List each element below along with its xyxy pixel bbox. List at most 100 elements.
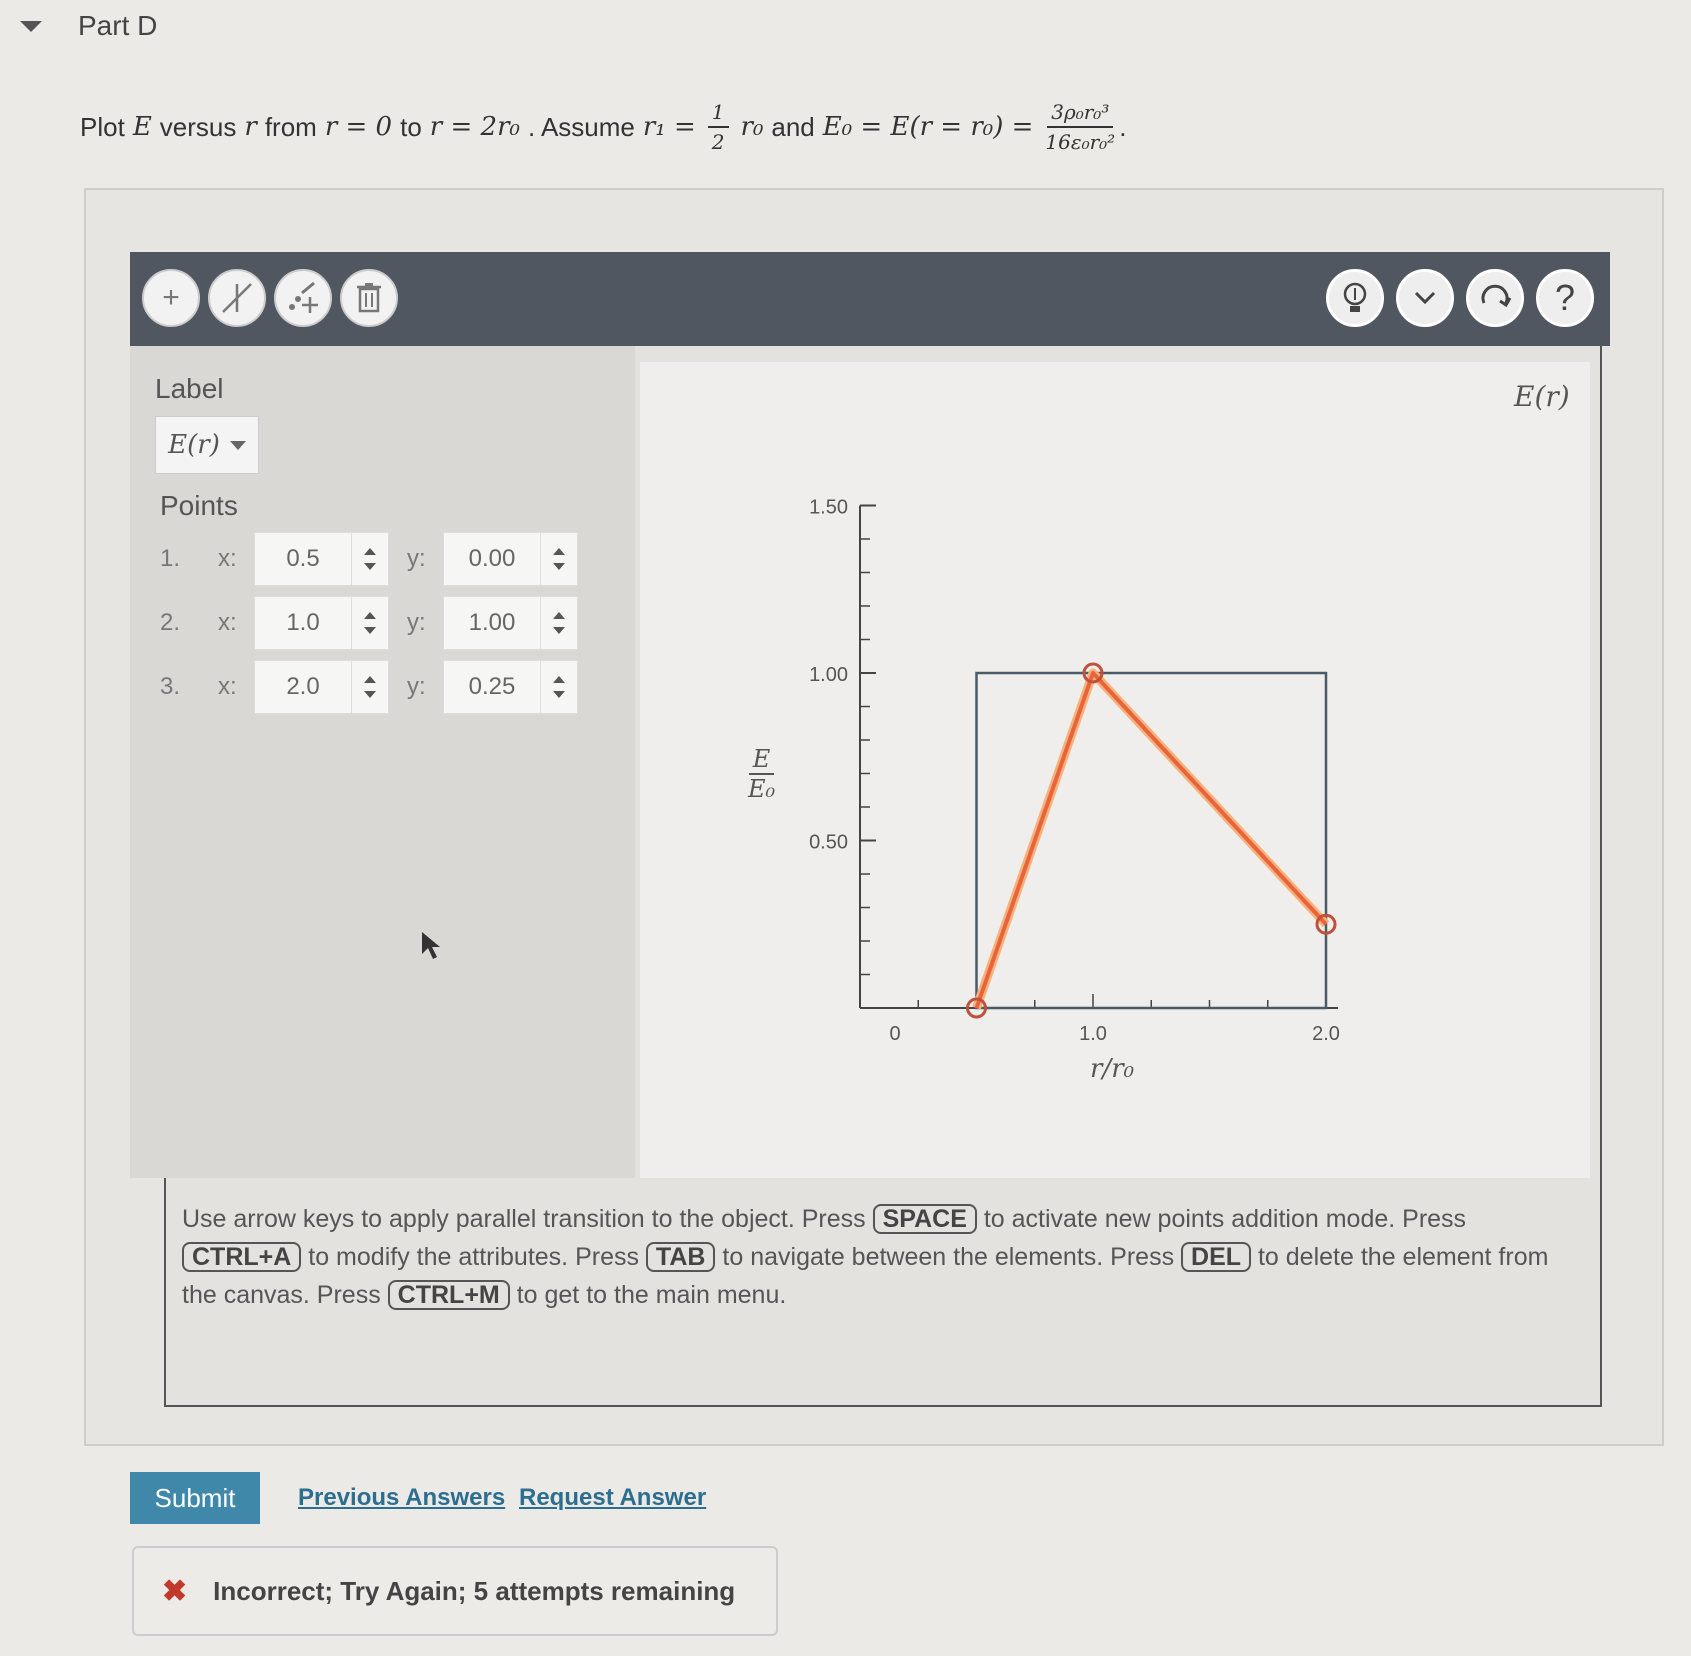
math-symbol: E [132, 112, 152, 142]
edit-points-icon [289, 281, 318, 313]
fraction-numerator: 3ρ₀r₀³ [1047, 100, 1114, 128]
spinner[interactable] [541, 597, 577, 649]
x-stepper[interactable]: 2.0 [254, 660, 389, 714]
question-text-part: . Assume [527, 111, 635, 142]
decrement-icon[interactable] [553, 691, 565, 698]
point-row: 3. x: 2.0 y: 0.25 [160, 660, 578, 714]
decrement-icon[interactable] [553, 563, 565, 570]
y-stepper[interactable]: 0.25 [443, 660, 578, 714]
label-heading: Label [155, 373, 224, 404]
decrement-icon[interactable] [364, 691, 376, 698]
key-ctrl-a: CTRL+A [182, 1242, 302, 1272]
x-label: x: [218, 609, 237, 636]
trash-icon [357, 283, 381, 313]
x-input[interactable]: 0.5 [255, 533, 352, 585]
y-label: y: [407, 673, 426, 700]
decrement-icon[interactable] [364, 627, 376, 634]
label-dropdown[interactable]: E(r) [155, 416, 259, 474]
y-stepper[interactable]: 1.00 [443, 596, 578, 650]
spinner[interactable] [352, 533, 388, 585]
y-input[interactable]: 0.00 [444, 533, 541, 585]
increment-icon[interactable] [553, 612, 565, 619]
y-input[interactable]: 0.25 [444, 661, 541, 713]
instruction-text: Use arrow keys to apply parallel transit… [182, 1205, 866, 1233]
fraction-one-half: 1 2 [707, 100, 729, 154]
point-row: 1. x: 0.5 y: 0.00 [160, 532, 578, 586]
x-stepper[interactable]: 0.5 [254, 532, 389, 586]
decrement-icon[interactable] [364, 563, 376, 570]
reset-icon [1481, 284, 1512, 308]
x-input[interactable]: 2.0 [255, 661, 352, 713]
edit-points-button[interactable] [274, 269, 332, 327]
spinner[interactable] [541, 533, 577, 585]
decrement-icon[interactable] [553, 627, 565, 634]
spinner[interactable] [352, 597, 388, 649]
increment-icon[interactable] [364, 612, 376, 619]
y-input[interactable]: 1.00 [444, 597, 541, 649]
region-rectangle [975, 671, 1328, 1010]
expand-button[interactable] [1396, 269, 1454, 327]
hint-bulb-icon [1343, 282, 1367, 312]
math-symbol: r [244, 112, 257, 142]
points-heading: Points [160, 490, 238, 521]
question-text-part: and [771, 111, 815, 142]
key-space: SPACE [872, 1204, 977, 1234]
math-symbol: r₀ [740, 112, 764, 142]
reset-button[interactable] [1466, 269, 1524, 327]
increment-icon[interactable] [364, 548, 376, 555]
y-label: y: [407, 545, 426, 572]
y-tick-label: 1.50 [809, 497, 848, 519]
delete-button[interactable] [340, 269, 398, 327]
spinner[interactable] [352, 661, 388, 713]
increment-icon[interactable] [553, 676, 565, 683]
series-line [974, 671, 1328, 1009]
fraction-e0-definition: 3ρ₀r₀³ 16ε₀r₀² [1045, 100, 1115, 154]
y-stepper[interactable]: 0.00 [443, 532, 578, 586]
previous-answers-link[interactable]: Previous Answers [298, 1484, 505, 1512]
fraction-denominator: 2 [711, 130, 725, 154]
request-answer-link[interactable]: Request Answer [519, 1484, 706, 1512]
y-label: y: [407, 609, 426, 636]
instruction-text: to navigate between the elements. Press [722, 1243, 1175, 1271]
x-tick-label: 0 [889, 1023, 900, 1045]
help-button[interactable]: ? [1536, 269, 1594, 327]
part-header[interactable]: Part D [20, 6, 157, 46]
instruction-text: to get to the main menu. [516, 1281, 787, 1309]
question-text-part: Plot [80, 111, 125, 142]
x-label: x: [218, 545, 237, 572]
math-equation: E₀ = E(r = r₀) = [822, 112, 1034, 142]
math-equation: r = 2r₀ [429, 112, 520, 142]
chevron-down-icon [1414, 291, 1436, 305]
increment-icon[interactable] [364, 676, 376, 683]
caret-down-icon [229, 440, 246, 450]
chart-axes: 1.50 1.00 0.50 0 1.0 2.0 [809, 497, 1340, 1046]
mouse-cursor-icon [422, 932, 440, 959]
instruction-text: to modify the attributes. Press [308, 1243, 639, 1271]
x-stepper[interactable]: 1.0 [254, 596, 389, 650]
instruction-text: to activate new points addition mode. Pr… [983, 1205, 1467, 1233]
collapse-triangle-icon[interactable] [20, 20, 42, 32]
add-point-button[interactable]: + [142, 269, 200, 327]
point-index: 3. [160, 673, 181, 700]
part-title: Part D [78, 10, 158, 41]
x-input[interactable]: 1.0 [255, 597, 352, 649]
x-label: x: [218, 673, 237, 700]
spinner[interactable] [541, 661, 577, 713]
math-equation: r = 0 [324, 112, 393, 142]
y-tick-label: 0.50 [809, 832, 848, 854]
add-line-button[interactable] [208, 269, 266, 327]
question-text-part: . [1119, 111, 1127, 142]
chart-plot[interactable]: 1.50 1.00 0.50 0 1.0 2.0 [640, 362, 1590, 1178]
help-icon: ? [1554, 277, 1576, 318]
fraction-numerator: 1 [707, 100, 729, 128]
submit-button[interactable]: Submit [130, 1472, 260, 1524]
feedback-message: Incorrect; Try Again; 5 attempts remaini… [213, 1575, 736, 1606]
series-line-glow [972, 668, 1330, 1010]
x-tick-label: 2.0 [1312, 1023, 1340, 1045]
hint-button[interactable] [1326, 269, 1384, 327]
add-point-icon: + [162, 281, 180, 314]
increment-icon[interactable] [553, 548, 565, 555]
keyboard-instructions: Use arrow keys to apply parallel transit… [182, 1200, 1562, 1314]
graph-toolbar: + ? [130, 252, 1610, 346]
x-tick-label: 1.0 [1079, 1023, 1107, 1045]
